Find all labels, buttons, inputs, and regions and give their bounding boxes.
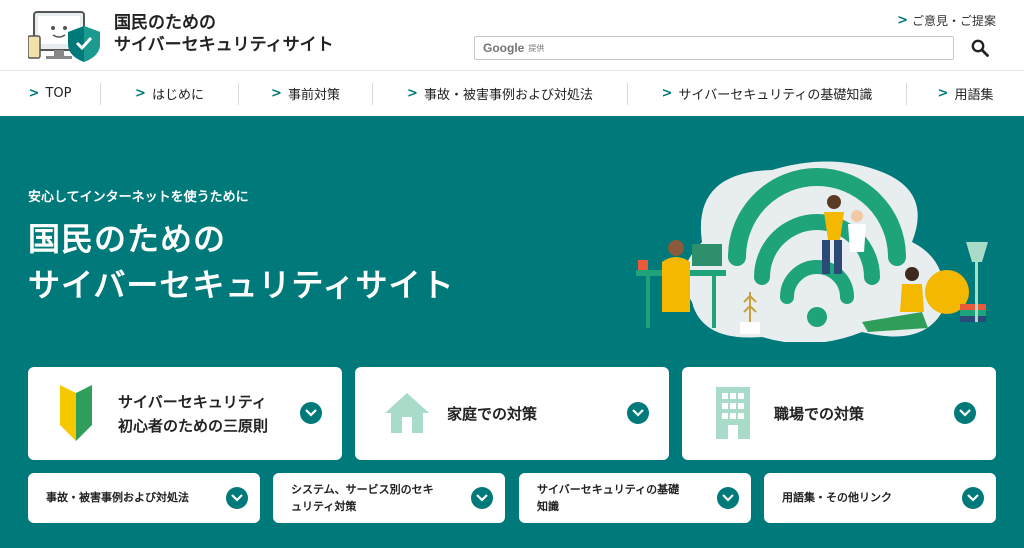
chevron-down-icon xyxy=(967,494,979,502)
site-title[interactable]: 国民のための サイバーセキュリティサイト xyxy=(114,12,334,56)
expand-button[interactable] xyxy=(954,402,976,424)
search-button[interactable] xyxy=(966,34,994,62)
nav-item-incidents[interactable]: > 事故・被害事例および対処法 xyxy=(373,80,627,108)
card-home-measures[interactable]: 家庭での対策 xyxy=(355,367,669,460)
nav-item-prevention[interactable]: > 事前対策 xyxy=(239,80,372,108)
chevron-down-icon xyxy=(305,409,317,417)
card-label: サイバーセキュリティの基礎 知識 xyxy=(537,481,679,515)
google-brand: Google xyxy=(483,41,525,55)
site-title-line1: 国民のための xyxy=(114,13,216,33)
beginner-mark-icon xyxy=(60,385,92,441)
chevron-right-icon: > xyxy=(28,86,40,101)
nav-item-label: 事前対策 xyxy=(287,88,340,103)
nav-item-label: 事故・被害事例および対処法 xyxy=(423,88,593,103)
card-incidents[interactable]: 事故・被害事例および対処法 xyxy=(28,473,260,523)
card-label: サイバーセキュリティ 初心者のための三原則 xyxy=(118,390,268,438)
feedback-link[interactable]: > ご意見・ご提案 xyxy=(897,12,996,29)
card-label: 事故・被害事例および対処法 xyxy=(46,491,189,504)
nav-item-label: はじめに xyxy=(151,88,204,103)
card-label: 職場での対策 xyxy=(774,405,865,423)
chevron-right-icon: > xyxy=(271,86,282,101)
card-label-line2: ュリティ対策 xyxy=(291,500,357,513)
expand-button[interactable] xyxy=(226,487,248,509)
chevron-down-icon xyxy=(231,494,243,502)
nav-item-label: TOP xyxy=(45,86,72,101)
expand-button[interactable] xyxy=(717,487,739,509)
card-label-line2: 初心者のための三原則 xyxy=(118,417,269,435)
nav-item-glossary[interactable]: > 用語集 xyxy=(907,80,1024,108)
chevron-right-icon: > xyxy=(407,86,418,101)
card-security-basics[interactable]: サイバーセキュリティの基礎 知識 xyxy=(519,473,751,523)
card-label-line2: 知識 xyxy=(537,500,559,513)
chevron-right-icon: > xyxy=(661,86,673,101)
card-system-service-measures[interactable]: システム、サービス別のセキ ュリティ対策 xyxy=(273,473,505,523)
chevron-down-icon xyxy=(476,494,488,502)
hero-title-line2: サイバーセキュリティサイト xyxy=(28,266,455,304)
card-label: 家庭での対策 xyxy=(447,405,538,423)
nav-item-introduction[interactable]: > はじめに xyxy=(101,80,238,108)
site-logo-icon[interactable] xyxy=(28,10,102,64)
expand-button[interactable] xyxy=(962,487,984,509)
global-nav: > TOP > はじめに > 事前対策 > 事故・被害事例および対処法 > サイ… xyxy=(0,70,1024,116)
search-input[interactable]: Google 提供 xyxy=(474,36,954,60)
expand-button[interactable] xyxy=(300,402,322,424)
nav-item-top[interactable]: > TOP xyxy=(0,80,100,108)
card-label-line1: サイバーセキュリティの基礎 xyxy=(537,483,680,496)
chevron-down-icon xyxy=(632,409,644,417)
card-label-line1: システム、サービス別のセキ xyxy=(291,483,434,496)
nav-item-label: 用語集 xyxy=(954,88,994,103)
chevron-down-icon xyxy=(722,494,734,502)
hero-wifi-illustration xyxy=(636,161,988,342)
expand-button[interactable] xyxy=(471,487,493,509)
card-workplace-measures[interactable]: 職場での対策 xyxy=(682,367,996,460)
card-label: システム、サービス別のセキ ュリティ対策 xyxy=(291,481,434,515)
site-header: 国民のための サイバーセキュリティサイト > ご意見・ご提案 Google 提供 xyxy=(0,0,1024,70)
office-building-icon xyxy=(716,387,750,439)
hero-subtitle: 安心してインターネットを使うために xyxy=(28,190,249,205)
card-glossary-links[interactable]: 用語集・その他リンク xyxy=(764,473,996,523)
hero-section: 安心してインターネットを使うために 国民のための サイバーセキュリティサイト サ… xyxy=(0,116,1024,548)
hero-title: 国民のための サイバーセキュリティサイト xyxy=(28,216,454,308)
card-label-line1: サイバーセキュリティ xyxy=(118,393,267,411)
card-beginner-principles[interactable]: サイバーセキュリティ 初心者のための三原則 xyxy=(28,367,342,460)
chevron-right-icon: > xyxy=(135,86,146,101)
card-label: 用語集・その他リンク xyxy=(782,491,892,504)
house-icon xyxy=(385,393,429,433)
expand-button[interactable] xyxy=(627,402,649,424)
hero-title-line1: 国民のための xyxy=(28,220,227,258)
site-title-line2: サイバーセキュリティサイト xyxy=(114,35,334,55)
chevron-right-icon: > xyxy=(897,13,908,28)
search-icon xyxy=(971,39,989,57)
feedback-label: ご意見・ご提案 xyxy=(911,14,996,28)
nav-item-label: サイバーセキュリティの基礎知識 xyxy=(678,88,873,103)
chevron-right-icon: > xyxy=(937,86,949,101)
search-provided-label: 提供 xyxy=(528,43,545,53)
nav-item-basics[interactable]: > サイバーセキュリティの基礎知識 xyxy=(628,80,906,108)
chevron-down-icon xyxy=(959,409,971,417)
